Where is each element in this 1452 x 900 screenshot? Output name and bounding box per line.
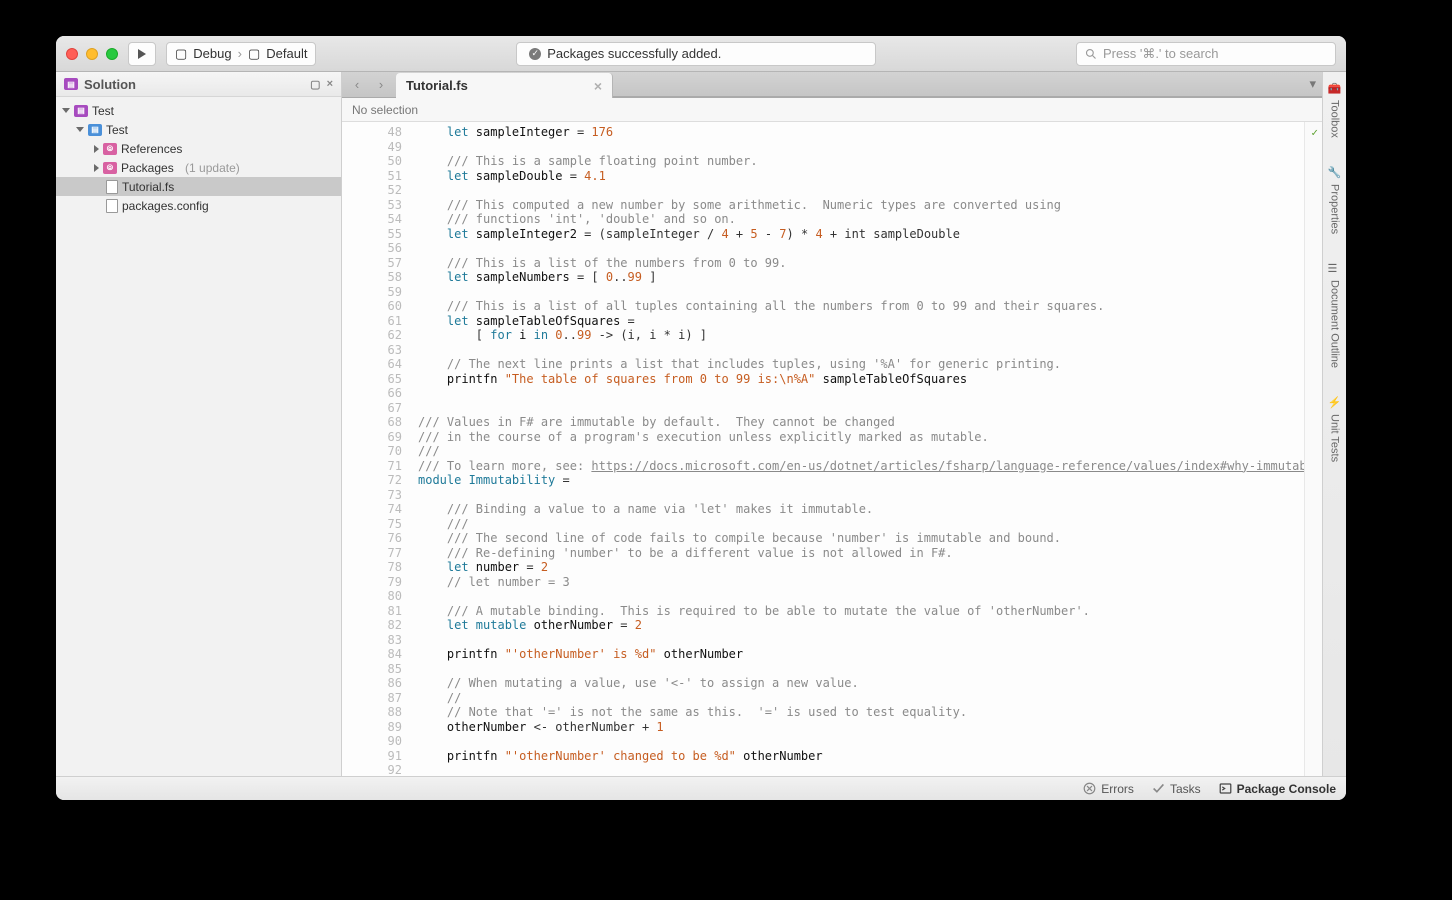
titlebar: ▢ Debug › ▢ Default ✓ Packages successfu… bbox=[56, 36, 1346, 72]
status-text: Packages successfully added. bbox=[547, 46, 721, 61]
chevron-right-icon: › bbox=[238, 46, 242, 61]
file-icon bbox=[106, 199, 118, 213]
rail-label: Toolbox bbox=[1329, 100, 1341, 138]
solution-sidebar: ▤ Solution ▢ × ▤ Test ▤ Test bbox=[56, 72, 342, 776]
editor-area: ‹ › Tutorial.fs × ▾ No selection 48 49 5… bbox=[342, 72, 1322, 776]
line-gutter: 48 49 50 51 52 53 54 55 56 57 58 59 60 6… bbox=[342, 122, 414, 776]
config-label: Debug bbox=[193, 46, 231, 61]
project-icon: ▤ bbox=[88, 124, 102, 136]
search-icon bbox=[1085, 48, 1097, 60]
packages-label: Packages bbox=[121, 161, 174, 175]
window-controls bbox=[66, 48, 118, 60]
tasks-icon bbox=[1152, 782, 1165, 795]
tree-project[interactable]: ▤ Test bbox=[56, 120, 341, 139]
chevron-right-icon[interactable] bbox=[94, 164, 99, 172]
rail-label: Unit Tests bbox=[1329, 414, 1341, 462]
solution-icon: ▤ bbox=[74, 105, 88, 117]
global-search[interactable]: Press '⌘.' to search bbox=[1076, 42, 1336, 66]
rail-toolbox[interactable]: 🧰 Toolbox bbox=[1328, 78, 1342, 142]
rail-unit-tests[interactable]: ⚡ Unit Tests bbox=[1328, 392, 1342, 466]
status-bar: Errors Tasks Package Console bbox=[56, 776, 1346, 800]
code-content[interactable]: let sampleInteger = 176 /// This is a sa… bbox=[414, 122, 1304, 776]
tab-title: Tutorial.fs bbox=[406, 78, 468, 93]
run-config-selector[interactable]: ▢ Debug › ▢ Default bbox=[166, 42, 316, 66]
tree-file-packages-config[interactable]: packages.config bbox=[56, 196, 341, 215]
nav-back-button[interactable]: ‹ bbox=[346, 75, 368, 95]
minimize-window-button[interactable] bbox=[86, 48, 98, 60]
file-icon bbox=[106, 180, 118, 194]
tree-file-tutorial[interactable]: Tutorial.fs bbox=[56, 177, 341, 196]
tab-bar: ‹ › Tutorial.fs × ▾ bbox=[342, 72, 1322, 98]
references-icon: ⦾ bbox=[103, 143, 117, 155]
breadcrumb-bar[interactable]: No selection bbox=[342, 98, 1322, 122]
zoom-window-button[interactable] bbox=[106, 48, 118, 60]
unit-tests-icon: ⚡ bbox=[1328, 396, 1342, 410]
nav-buttons: ‹ › bbox=[342, 72, 396, 97]
check-icon: ✓ bbox=[529, 48, 541, 60]
ok-marker-icon: ✓ bbox=[1311, 126, 1318, 141]
nav-forward-button[interactable]: › bbox=[370, 75, 392, 95]
solution-panel-header: ▤ Solution ▢ × bbox=[56, 72, 341, 97]
target-label: Default bbox=[266, 46, 307, 61]
ide-window: ▢ Debug › ▢ Default ✓ Packages successfu… bbox=[56, 36, 1346, 800]
device-icon: ▢ bbox=[175, 46, 187, 62]
tree-references[interactable]: ⦾ References bbox=[56, 139, 341, 158]
references-label: References bbox=[121, 142, 182, 156]
right-rail: 🧰 Toolbox 🔧 Properties ☰ Document Outlin… bbox=[1322, 72, 1346, 776]
run-button[interactable] bbox=[128, 42, 156, 66]
body: ▤ Solution ▢ × ▤ Test ▤ Test bbox=[56, 72, 1346, 776]
rail-properties[interactable]: 🔧 Properties bbox=[1328, 162, 1342, 238]
chevron-down-icon[interactable] bbox=[62, 108, 70, 113]
tab-bar-rest: ▾ bbox=[613, 72, 1322, 97]
tree-solution-root[interactable]: ▤ Test bbox=[56, 101, 341, 120]
file-tab-tutorial[interactable]: Tutorial.fs × bbox=[396, 73, 613, 98]
chevron-down-icon[interactable] bbox=[76, 127, 84, 132]
panel-undock-button[interactable]: ▢ bbox=[310, 78, 320, 91]
breadcrumb-text: No selection bbox=[352, 103, 418, 117]
play-icon bbox=[137, 49, 147, 59]
status-display: ✓ Packages successfully added. bbox=[516, 42, 876, 66]
rail-label: Properties bbox=[1329, 184, 1341, 234]
packages-icon: ⦾ bbox=[103, 162, 117, 174]
project-name: Test bbox=[106, 123, 128, 137]
tasks-label: Tasks bbox=[1170, 782, 1201, 796]
packages-badge: (1 update) bbox=[185, 161, 240, 175]
search-placeholder: Press '⌘.' to search bbox=[1103, 46, 1219, 62]
console-icon bbox=[1219, 782, 1232, 795]
chevron-right-icon[interactable] bbox=[94, 145, 99, 153]
close-tab-button[interactable]: × bbox=[594, 78, 602, 94]
solution-title: Solution bbox=[84, 77, 136, 92]
code-editor[interactable]: 48 49 50 51 52 53 54 55 56 57 58 59 60 6… bbox=[342, 122, 1322, 776]
solution-icon: ▤ bbox=[64, 78, 78, 90]
solution-name: Test bbox=[92, 104, 114, 118]
errors-label: Errors bbox=[1101, 782, 1134, 796]
panel-close-button[interactable]: × bbox=[327, 78, 333, 90]
rail-label: Document Outline bbox=[1329, 280, 1341, 368]
tasks-button[interactable]: Tasks bbox=[1152, 782, 1201, 796]
console-label: Package Console bbox=[1237, 782, 1336, 796]
close-window-button[interactable] bbox=[66, 48, 78, 60]
solution-tree[interactable]: ▤ Test ▤ Test ⦾ References ⦾ Packages bbox=[56, 97, 341, 776]
target-icon: ▢ bbox=[248, 46, 260, 62]
file-label: Tutorial.fs bbox=[122, 180, 174, 194]
package-console-button[interactable]: Package Console bbox=[1219, 782, 1336, 796]
errors-button[interactable]: Errors bbox=[1083, 782, 1134, 796]
properties-icon: 🔧 bbox=[1328, 166, 1342, 180]
marker-bar: ✓ bbox=[1304, 122, 1322, 776]
errors-icon bbox=[1083, 782, 1096, 795]
tree-packages[interactable]: ⦾ Packages (1 update) bbox=[56, 158, 341, 177]
tab-dropdown-button[interactable]: ▾ bbox=[1309, 76, 1316, 92]
toolbox-icon: 🧰 bbox=[1328, 82, 1342, 96]
file-label: packages.config bbox=[122, 199, 209, 213]
rail-document-outline[interactable]: ☰ Document Outline bbox=[1328, 258, 1342, 372]
outline-icon: ☰ bbox=[1328, 262, 1342, 276]
